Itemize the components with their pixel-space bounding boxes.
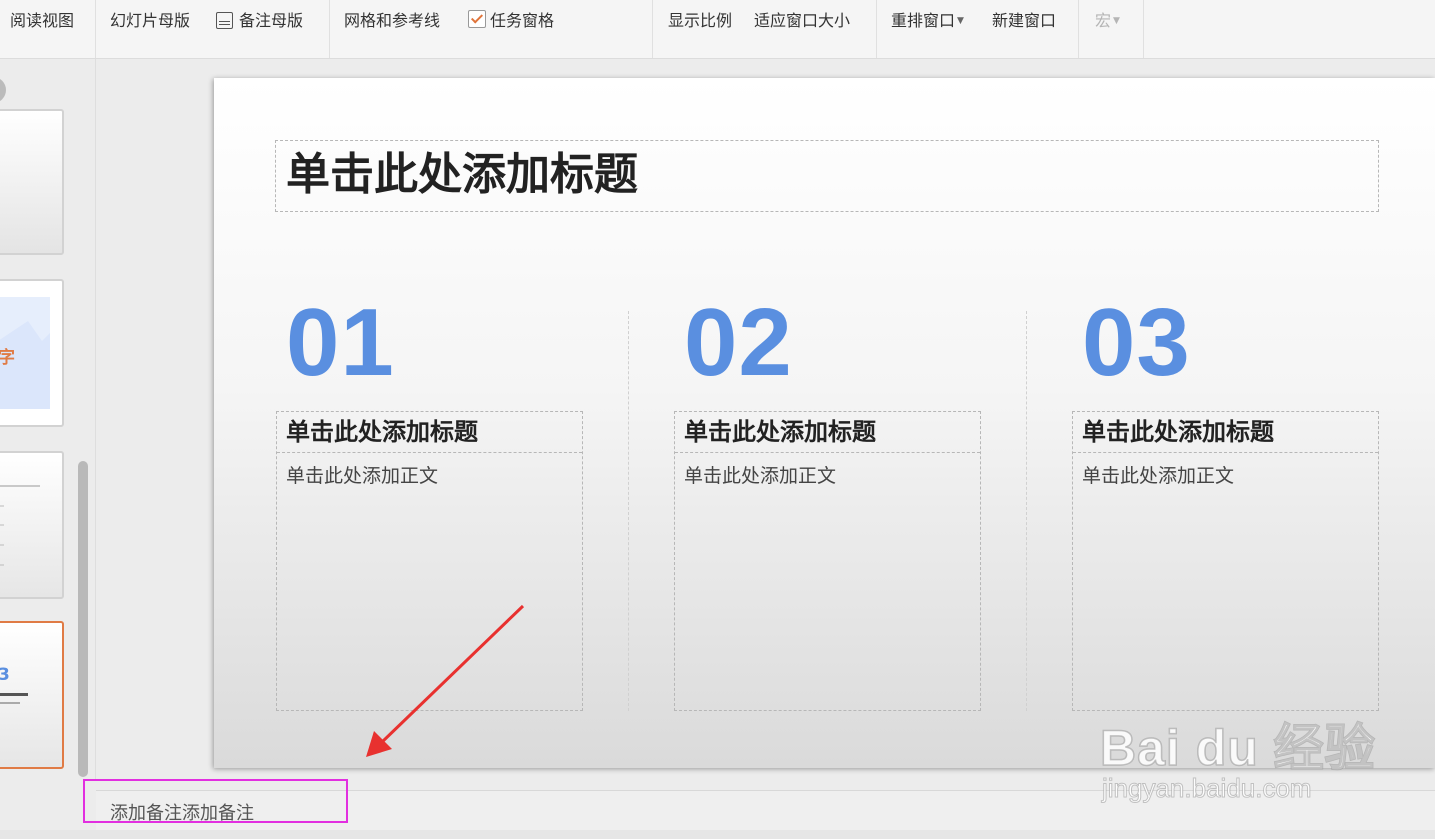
column-box: 单击此处添加标题 单击此处添加正文 (1072, 411, 1379, 711)
slide-canvas[interactable]: 单击此处添加标题 01 02 03 单击此处添加标题 单击此处添加正文 单击此处… (214, 78, 1435, 768)
arrange-windows-label: 重排窗口 (891, 11, 956, 30)
slide-number-badge (0, 77, 6, 103)
reading-view-button[interactable]: 阅读视图 (10, 9, 74, 33)
slide-thumbnail-4-active[interactable]: 3 (0, 621, 64, 769)
macro-button[interactable]: 宏 ▼ (1095, 9, 1120, 33)
zoom-button[interactable]: 显示比例 (668, 9, 732, 33)
column-box: 单击此处添加标题 单击此处添加正文 (276, 411, 583, 711)
baidu-watermark-logo: Bai du 经验 (1099, 719, 1376, 777)
toolbar-divider (329, 0, 330, 58)
status-bar (0, 830, 1435, 839)
toolbar-divider (1078, 0, 1079, 58)
column-number: 02 (684, 289, 793, 396)
thumbnail-4-body-line (0, 702, 20, 704)
thumbnail-4-number: 3 (0, 665, 10, 685)
toolbar-divider (652, 0, 653, 58)
thumbnail-4-title-line (0, 693, 28, 696)
task-pane-label: 任务窗格 (490, 11, 555, 30)
macro-label: 宏 (1095, 11, 1112, 30)
column-title-placeholder[interactable]: 单击此处添加标题 (277, 412, 582, 453)
column-divider (1026, 311, 1027, 711)
column-body-placeholder[interactable]: 单击此处添加正文 (675, 453, 980, 488)
column-number: 01 (286, 289, 395, 396)
column-number: 03 (1082, 289, 1191, 396)
toolbar-divider (1143, 0, 1144, 58)
grid-guides-button[interactable]: 网格和参考线 (344, 9, 440, 33)
baidu-watermark-url: jingyan.baidu.com (1102, 773, 1313, 804)
task-pane-checkbox[interactable]: 任务窗格 (468, 9, 554, 33)
column-body-placeholder[interactable]: 单击此处添加正文 (1073, 453, 1378, 488)
arrange-windows-button[interactable]: 重排窗口 ▼ (891, 9, 964, 33)
fit-window-button[interactable]: 适应窗口大小 (754, 9, 850, 33)
thumbnail-3-graphic (0, 485, 40, 566)
column-title-placeholder[interactable]: 单击此处添加标题 (1073, 412, 1378, 453)
column-title-placeholder[interactable]: 单击此处添加标题 (675, 412, 980, 453)
notes-master-button[interactable]: 备注母版 (216, 9, 303, 33)
dropdown-caret-icon: ▼ (1113, 16, 1120, 26)
slide-master-button[interactable]: 幻灯片母版 (110, 9, 190, 33)
notes-highlight-box (83, 779, 348, 823)
column-body-placeholder[interactable]: 单击此处添加正文 (277, 453, 582, 488)
thumbnail-scrollbar[interactable] (78, 461, 88, 777)
slide-thumbnail-1[interactable] (0, 109, 64, 255)
slide-title-placeholder[interactable]: 单击此处添加标题 (275, 140, 1379, 212)
dropdown-caret-icon: ▼ (957, 16, 964, 26)
slide-thumbnail-2[interactable]: 字 (0, 279, 64, 427)
new-window-button[interactable]: 新建窗口 (992, 9, 1056, 33)
ribbon-toolbar: 阅读视图 幻灯片母版 备注母版 网格和参考线 任务窗格 显示比例 适应窗口大小 … (0, 0, 1435, 59)
notes-master-label: 备注母版 (239, 11, 304, 30)
notes-master-icon (216, 12, 233, 29)
toolbar-divider (876, 0, 877, 58)
toolbar-divider (95, 0, 96, 58)
column-box: 单击此处添加标题 单击此处添加正文 (674, 411, 981, 711)
thumbnail-2-text: 字 (0, 343, 15, 368)
column-divider (628, 311, 629, 711)
slide-thumbnail-pane: 字 3 (0, 59, 96, 779)
checkbox-checked-icon (468, 10, 486, 28)
slide-thumbnail-3[interactable] (0, 451, 64, 599)
